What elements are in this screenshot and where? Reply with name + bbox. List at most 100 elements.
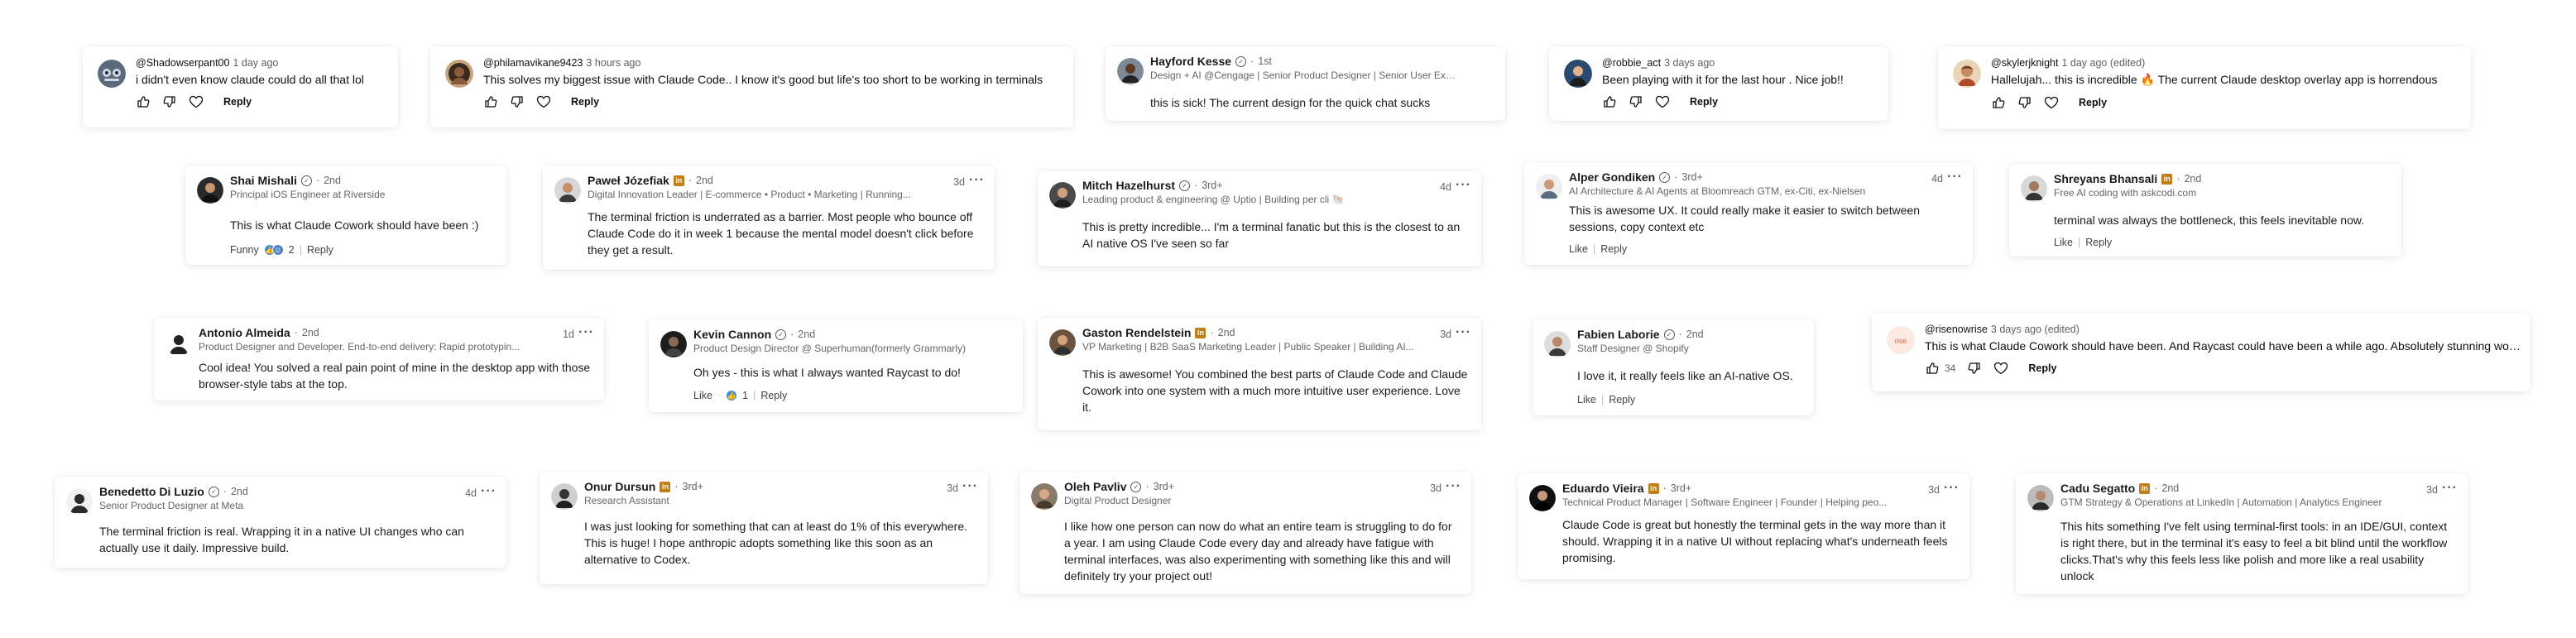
avatar[interactable] xyxy=(2027,485,2054,511)
author-name[interactable]: Alper Gondiken xyxy=(1569,170,1655,184)
author-name[interactable]: Eduardo Vieira xyxy=(1562,482,1644,495)
thumbs-down-icon[interactable] xyxy=(1967,361,1982,376)
linkedin-comment-card: Mitch Hazelhurst ✓ · 3rd+ Leading product &… xyxy=(1038,170,1481,266)
reaction-count: 1 xyxy=(742,390,749,401)
comment-time: 3d xyxy=(2426,484,2438,496)
more-options-icon[interactable]: ··· xyxy=(962,479,978,494)
like-count: 34 xyxy=(1945,362,1956,374)
linkedin-comment-card: Gaston Rendelstein in · 2nd VP Marketing | … xyxy=(1038,318,1481,430)
thumbs-up-icon[interactable] xyxy=(483,94,498,109)
author-name[interactable]: Mitch Hazelhurst xyxy=(1082,179,1175,192)
heart-icon[interactable] xyxy=(1993,361,2008,376)
heart-icon[interactable] xyxy=(189,94,204,109)
thumbs-down-icon[interactable] xyxy=(2017,95,2032,110)
thumbs-up-icon[interactable] xyxy=(136,94,151,109)
author-name[interactable]: Antonio Almeida xyxy=(199,326,290,339)
reply-button[interactable]: Reply xyxy=(223,96,252,108)
heart-icon[interactable] xyxy=(1655,94,1670,109)
avatar[interactable] xyxy=(1953,60,1981,88)
thumbs-up-icon[interactable] xyxy=(1925,361,1940,376)
reply-button[interactable]: Reply xyxy=(760,390,787,401)
avatar[interactable] xyxy=(1031,483,1058,510)
author-name[interactable]: Gaston Rendelstein xyxy=(1082,326,1191,339)
more-options-icon[interactable]: ··· xyxy=(1456,325,1471,340)
comment-text: Claude Code is great but honestly the te… xyxy=(1562,518,1948,564)
more-options-icon[interactable]: ··· xyxy=(2442,481,2458,496)
author-name[interactable]: Shai Mishali xyxy=(230,174,297,187)
comment-time: 3d xyxy=(947,482,958,494)
linkedin-comment-card: Paweł Józefiak in · 2nd Digital Innovation … xyxy=(543,165,995,270)
avatar[interactable] xyxy=(1049,329,1076,356)
reply-button[interactable]: Reply xyxy=(1690,96,1718,108)
comment-author[interactable]: @Shadowserpant00 xyxy=(136,57,229,69)
more-options-icon[interactable]: ··· xyxy=(481,484,496,499)
thumbs-up-icon[interactable] xyxy=(1991,95,2006,110)
author-name[interactable]: Paweł Józefiak xyxy=(588,174,669,187)
verified-icon: ✓ xyxy=(300,175,312,186)
verified-icon: ✓ xyxy=(1663,329,1675,340)
avatar[interactable] xyxy=(197,177,223,204)
comment-time: 1 day ago (edited) xyxy=(2061,57,2146,69)
verified-icon: ✓ xyxy=(1130,481,1142,492)
reply-button[interactable]: Reply xyxy=(2028,362,2056,374)
avatar[interactable] xyxy=(660,331,687,357)
avatar[interactable] xyxy=(1564,60,1592,88)
author-name[interactable]: Oleh Pavliv xyxy=(1064,480,1126,493)
author-name[interactable]: Hayford Kesse xyxy=(1150,55,1231,68)
comment-author[interactable]: @skylerjknight xyxy=(1991,57,2058,69)
reaction-funny-button[interactable]: Funny xyxy=(230,244,259,256)
avatar[interactable] xyxy=(445,60,473,88)
reply-button[interactable]: Reply xyxy=(1600,243,1627,255)
funny-icon: ☺ xyxy=(271,244,284,256)
heart-icon[interactable] xyxy=(536,94,551,109)
more-options-icon[interactable]: ··· xyxy=(1947,170,1963,185)
avatar[interactable] xyxy=(1049,182,1076,209)
avatar[interactable] xyxy=(66,488,93,515)
author-name[interactable]: Shreyans Bhansali xyxy=(2054,172,2157,185)
thumbs-down-icon[interactable] xyxy=(1629,94,1643,109)
reply-button[interactable]: Reply xyxy=(2085,237,2112,248)
linkedin-comment-card: Hayford Kesse ✓ · 1st Design + AI @Cengage … xyxy=(1106,46,1505,121)
comment-time: 4d xyxy=(465,487,477,499)
author-name[interactable]: Cadu Segatto xyxy=(2060,482,2135,495)
more-options-icon[interactable]: ··· xyxy=(1944,481,1960,496)
more-options-icon[interactable]: ··· xyxy=(578,325,594,340)
like-button[interactable]: Like xyxy=(1569,243,1588,255)
avatar[interactable] xyxy=(1529,485,1556,511)
comment-author[interactable]: @philamavikane9423 xyxy=(483,57,583,69)
avatar[interactable] xyxy=(1117,58,1144,84)
reply-button[interactable]: Reply xyxy=(307,244,333,256)
avatar[interactable] xyxy=(1544,331,1571,357)
author-name[interactable]: Benedetto Di Luzio xyxy=(99,485,204,498)
more-options-icon[interactable]: ··· xyxy=(1446,479,1461,494)
avatar[interactable] xyxy=(554,177,581,204)
avatar[interactable] xyxy=(551,483,578,510)
author-name[interactable]: Kevin Cannon xyxy=(693,328,771,341)
more-options-icon[interactable]: ··· xyxy=(1456,178,1471,193)
reply-button[interactable]: Reply xyxy=(571,96,599,108)
thumbs-down-icon[interactable] xyxy=(162,94,177,109)
thumbs-down-icon[interactable] xyxy=(510,94,525,109)
reply-button[interactable]: Reply xyxy=(2079,97,2107,108)
avatar[interactable] xyxy=(165,329,192,356)
comment-author[interactable]: @risenowrise xyxy=(1925,324,1988,335)
author-headline: Staff Designer @ Shopify xyxy=(1577,343,1689,354)
like-button[interactable]: Like xyxy=(2054,237,2073,248)
comment-author[interactable]: @robbie_act xyxy=(1602,57,1661,69)
linkedin-comment-card: Antonio Almeida · 2nd Product Designer and… xyxy=(154,318,604,401)
avatar[interactable] xyxy=(2021,175,2047,202)
thumbs-up-icon[interactable] xyxy=(1602,94,1617,109)
more-options-icon[interactable]: ··· xyxy=(969,173,985,188)
reply-button[interactable]: Reply xyxy=(1609,394,1635,405)
author-name[interactable]: Onur Dursun xyxy=(584,480,655,493)
heart-icon[interactable] xyxy=(2044,95,2059,110)
author-name[interactable]: Fabien Laborie xyxy=(1577,328,1660,341)
like-button[interactable]: Like xyxy=(693,390,712,401)
avatar[interactable] xyxy=(1536,174,1562,200)
connection-degree: 2nd xyxy=(696,175,713,186)
avatar[interactable]: rise xyxy=(1887,326,1915,354)
avatar[interactable] xyxy=(98,60,126,88)
like-button[interactable]: Like xyxy=(1577,394,1596,405)
comment-text: I like how one person can now do what an… xyxy=(1064,520,1452,583)
connection-degree: 2nd xyxy=(798,329,816,340)
